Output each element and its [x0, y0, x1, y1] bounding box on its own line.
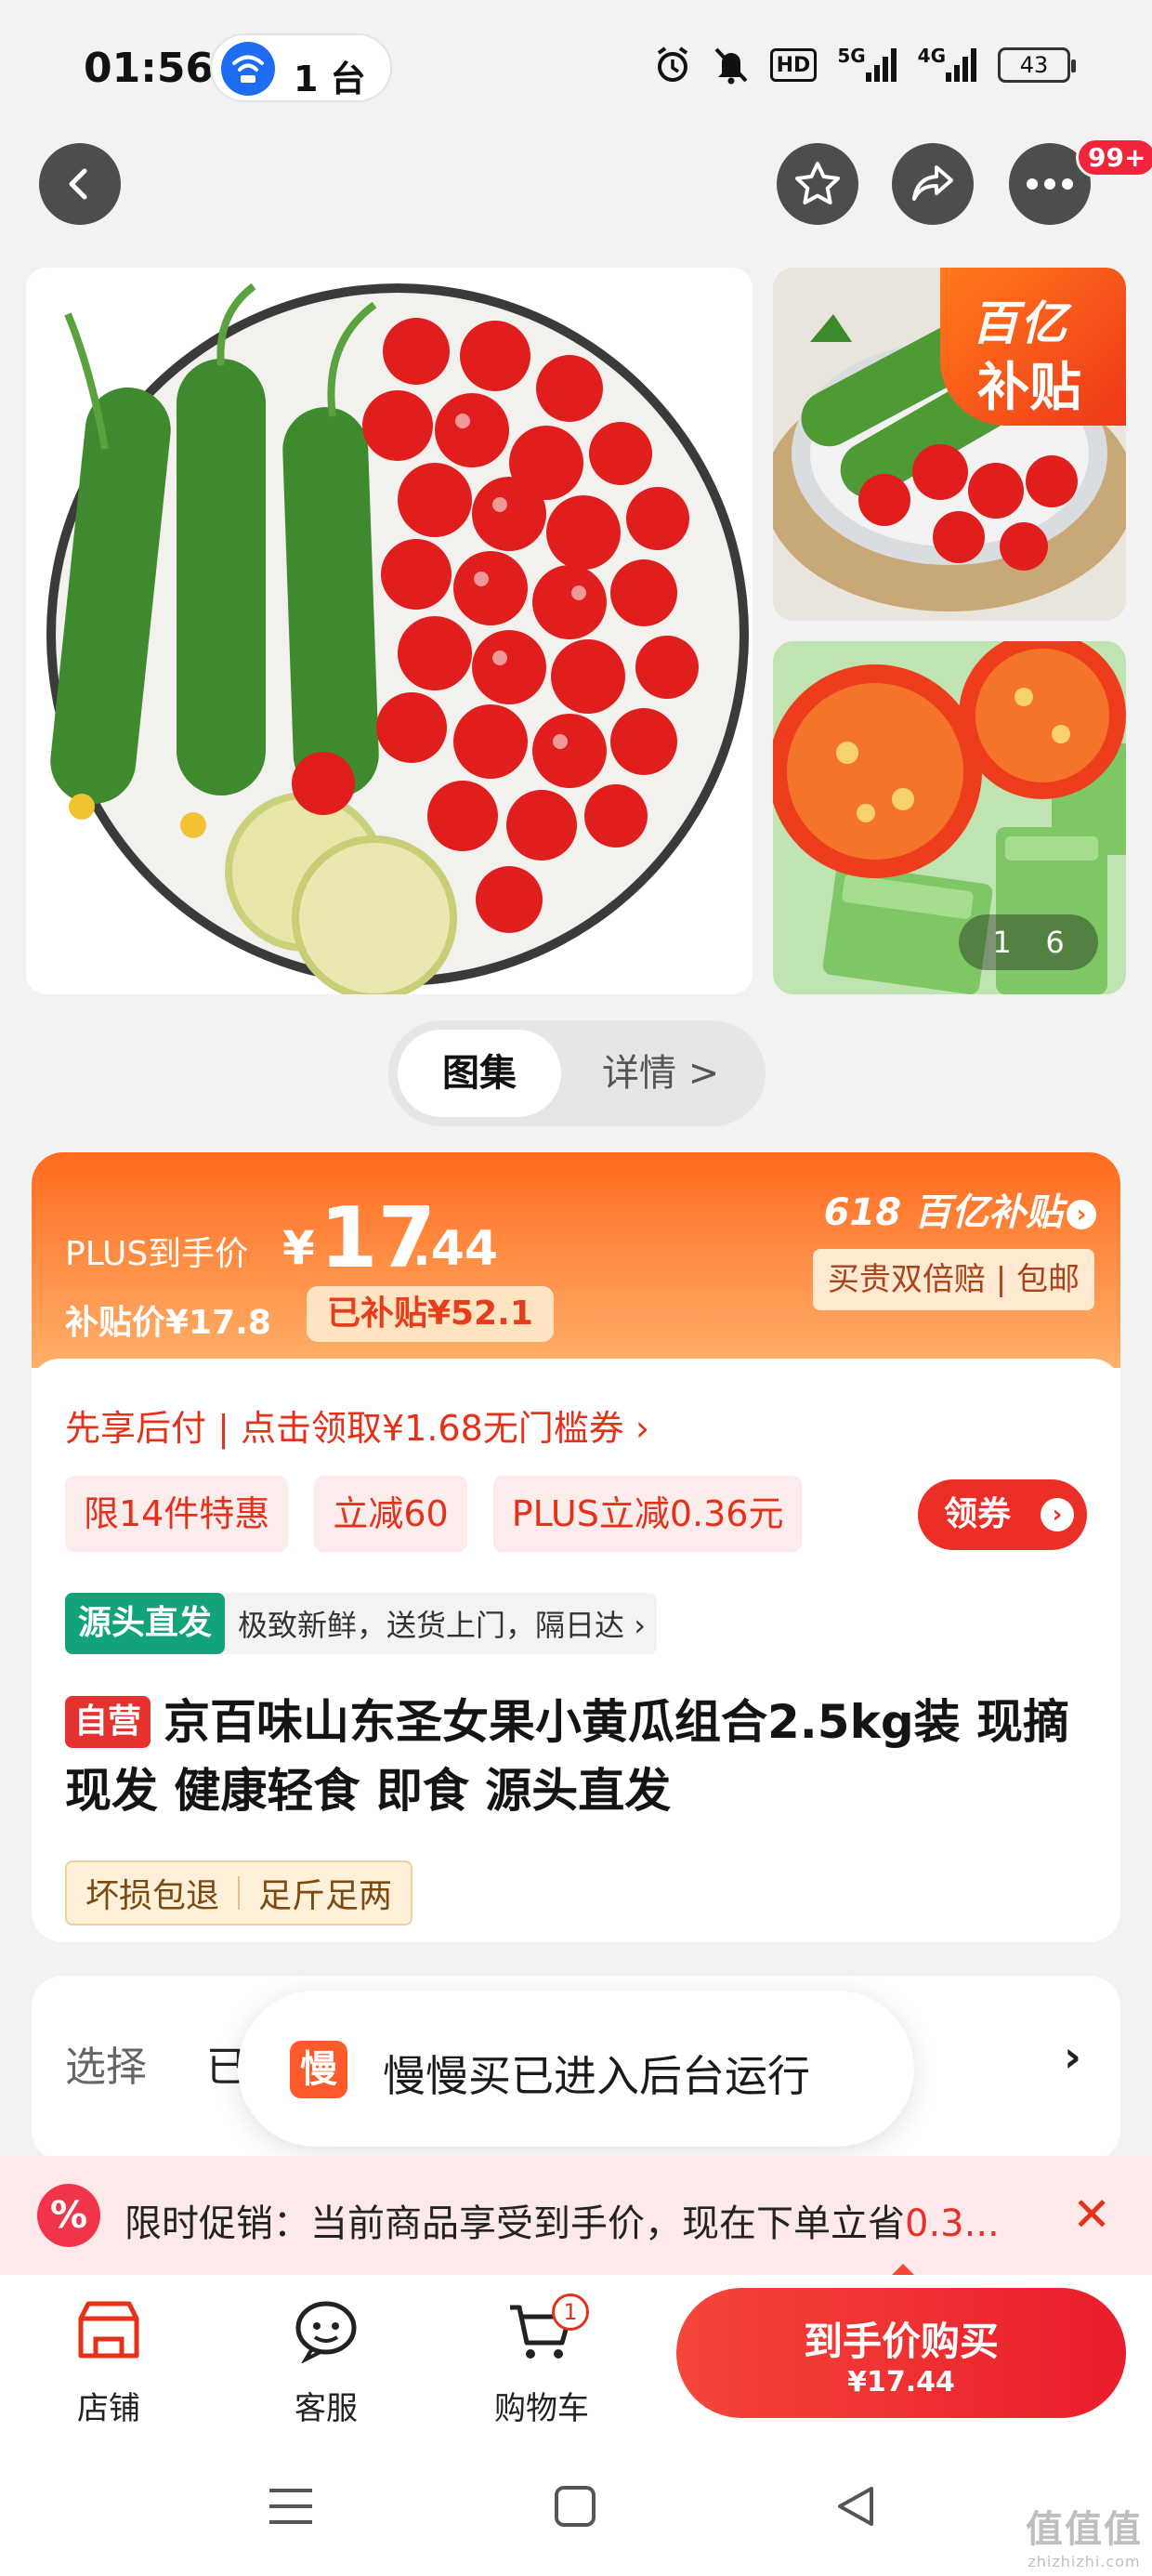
subsidy-price: 补贴价¥17.8	[65, 1304, 271, 1342]
signal-4g-icon: 4G	[918, 45, 977, 85]
cart-badge: 1	[552, 2293, 589, 2331]
subsidy-tag-line2: 补贴	[977, 358, 1081, 418]
buy-price: ¥17.44	[847, 2366, 955, 2399]
offer-chip[interactable]: PLUS立减0.36元	[492, 1476, 803, 1552]
price-decimal: .44	[412, 1221, 499, 1277]
customer-service-icon	[295, 2301, 357, 2363]
star-icon	[795, 162, 840, 204]
self-operated-tag: 自营	[65, 1696, 151, 1748]
buy-now-button[interactable]: 到手价购买 ¥17.44	[676, 2288, 1126, 2418]
battery-indicator: 43	[998, 47, 1076, 83]
price-banner: PLUS到手价 ¥ 17 .44 补贴价¥17.8 已补贴¥52.1 618 百…	[32, 1152, 1120, 1368]
hd-icon: HD	[769, 48, 818, 82]
home-icon[interactable]	[552, 2483, 598, 2533]
thumbnail-image-2[interactable]: 1 6	[773, 641, 1126, 994]
status-time: 01:56	[84, 45, 215, 92]
cart-button[interactable]: 1 购物车	[472, 2293, 611, 2428]
offer-section: 先享后付 | 点击领取¥1.68无门槛券 › 限14件特惠 立减60 PLUS立…	[32, 1359, 1120, 1942]
gallery-pager: 1 6	[959, 914, 1098, 970]
view-toggle: 图集 详情 >	[388, 1020, 766, 1126]
chevron-right-icon: ›	[1041, 1498, 1074, 1531]
source-tag: 源头直发	[65, 1593, 226, 1654]
product-photo	[46, 283, 749, 994]
watermark: 值值值 zhizhizhi.com	[1026, 2499, 1143, 2570]
watermark-text: 值值值	[1026, 2508, 1143, 2551]
back-button[interactable]	[39, 143, 121, 225]
promo-618-link[interactable]: 618 百亿补贴 ›	[824, 1182, 1096, 1236]
background-toast: 慢 慢慢买已进入后台运行	[238, 1991, 914, 2147]
app-logo-icon: 慢	[290, 2041, 347, 2098]
network-5g-label: 5G	[837, 45, 866, 67]
price-currency: ¥	[282, 1221, 315, 1275]
source-desc: 极致新鲜，送货上门，隔日达 ›	[238, 1608, 646, 1643]
mute-icon	[713, 45, 750, 85]
bottom-action-bar: 店铺 客服 1 购物车 到手价购买 ¥17.44	[0, 2275, 1152, 2442]
discount-icon: %	[37, 2184, 100, 2247]
price-card: PLUS到手价 ¥ 17 .44 补贴价¥17.8 已补贴¥52.1 618 百…	[32, 1152, 1120, 1942]
promo-618-label: 618 百亿补贴	[823, 1191, 1063, 1234]
promo-text-main: 限时促销：当前商品享受到手价，现在下单立省	[124, 2202, 905, 2245]
chevron-right-icon: ›	[1064, 2031, 1081, 2082]
cart-label: 购物车	[494, 2390, 589, 2427]
pager-current: 1	[992, 925, 1012, 960]
customer-service-label: 客服	[295, 2390, 358, 2427]
subsidy-tag: 百亿 补贴	[940, 268, 1126, 426]
close-icon[interactable]: ✕	[1072, 2188, 1111, 2241]
source-direct-row[interactable]: 源头直发 极致新鲜，送货上门，隔日达 ›	[65, 1593, 657, 1654]
promo-strip[interactable]: % 限时促销：当前商品享受到手价，现在下单立省0.3... ✕	[0, 2156, 1152, 2275]
chevron-right-icon: ›	[1067, 1200, 1096, 1229]
product-title-text: 京百味山东圣女果小黄瓜组合2.5kg装 现摘现发 健康轻食 即食 源头直发	[65, 1695, 1070, 1818]
pager-total: 6	[1045, 925, 1065, 960]
signal-5g-icon: 5G	[837, 45, 897, 85]
back-nav-icon[interactable]	[832, 2483, 879, 2533]
customer-service-button[interactable]: 客服	[256, 2293, 396, 2428]
alarm-icon	[653, 45, 692, 85]
menu-icon[interactable]	[266, 2483, 316, 2533]
favorite-button[interactable]	[777, 143, 858, 225]
more-dots-icon	[1027, 178, 1073, 190]
pay-later-link[interactable]: 先享后付 | 点击领取¥1.68无门槛券 ›	[65, 1400, 649, 1451]
plus-price-label: PLUS到手价	[65, 1235, 249, 1273]
offer-chip[interactable]: 限14件特惠	[65, 1476, 289, 1552]
product-title: 自营 京百味山东圣女果小黄瓜组合2.5kg装 现摘现发 健康轻食 即食 源头直发	[65, 1688, 1087, 1825]
status-icons: HD 5G 4G 43	[653, 45, 1076, 85]
guarantee-row[interactable]: 坏损包退 足斤足两	[65, 1860, 413, 1925]
guarantee-chip[interactable]: 买贵双倍赔 | 包邮	[812, 1249, 1094, 1310]
coupon-label: 领券	[944, 1495, 1012, 1533]
subsidy-tag-line1: 百亿	[972, 296, 1068, 350]
select-label: 选择	[65, 2044, 147, 2091]
hotspot-count: 1 台	[294, 59, 366, 99]
store-label: 店铺	[77, 2390, 140, 2427]
offer-chip[interactable]: 立减60	[314, 1476, 467, 1552]
watermark-sub: zhizhizhi.com	[1028, 2553, 1141, 2570]
promo-text-highlight: 0.3...	[905, 2202, 1000, 2245]
share-button[interactable]	[892, 143, 974, 225]
network-4g-label: 4G	[917, 45, 946, 67]
message-badge: 99+	[1076, 138, 1152, 177]
hotspot-icon	[221, 42, 275, 96]
guarantee-item: 足斤足两	[258, 1877, 393, 1915]
hotspot-pill[interactable]: 1 台	[210, 33, 392, 102]
promo-text: 限时促销：当前商品享受到手价，现在下单立省0.3...	[124, 2193, 1035, 2247]
hd-label: HD	[776, 53, 811, 77]
status-bar: 01:56 1 台 HD 5G 4G 43	[0, 0, 1152, 130]
toast-text: 慢慢买已进入后台运行	[383, 2051, 810, 2101]
share-icon	[912, 165, 953, 201]
guarantee-item: 坏损包退	[85, 1877, 220, 1915]
get-coupon-button[interactable]: 领券 ›	[918, 1479, 1087, 1550]
tab-gallery[interactable]: 图集	[398, 1030, 561, 1117]
offer-chips: 限14件特惠 立减60 PLUS立减0.36元	[65, 1476, 803, 1552]
subsidized-amount-tag: 已补贴¥52.1	[307, 1286, 554, 1342]
buy-label: 到手价购买	[803, 2319, 999, 2364]
tab-details[interactable]: 详情 >	[602, 1030, 719, 1117]
store-button[interactable]: 店铺	[39, 2293, 178, 2428]
chevron-left-icon	[69, 168, 87, 200]
store-icon	[78, 2301, 139, 2359]
system-nav-bar: 值值值 zhizhizhi.com	[0, 2442, 1152, 2576]
main-product-image[interactable]	[26, 268, 753, 994]
thumbnail-image-1[interactable]: 百亿 补贴	[773, 268, 1126, 621]
